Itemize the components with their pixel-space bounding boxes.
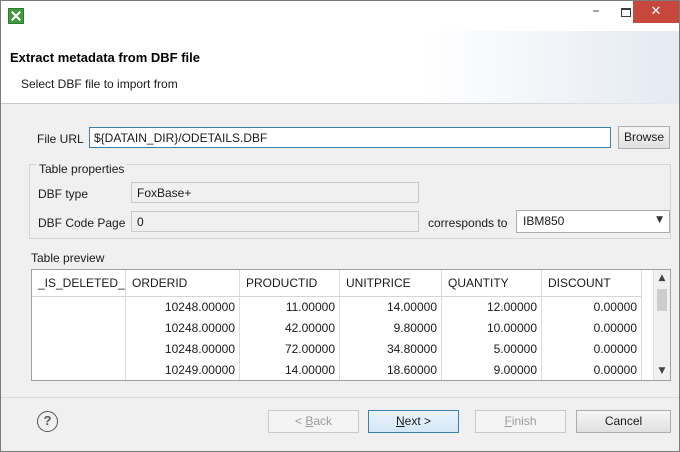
back-prefix: <	[294, 414, 306, 428]
table-body: 10248.00000 11.00000 14.00000 12.00000 0…	[32, 297, 642, 380]
table-row[interactable]: 10248.00000 42.00000 9.80000 10.00000 0.…	[32, 318, 642, 339]
page-title: Extract metadata from DBF file	[10, 50, 200, 65]
footer-divider	[1, 397, 679, 398]
column-header[interactable]: QUANTITY	[442, 270, 542, 297]
table-cell: 10248.00000	[126, 318, 240, 339]
chevron-down-icon: ▼	[656, 215, 663, 225]
table-cell: 12.00000	[442, 297, 542, 318]
table-cell	[32, 318, 126, 339]
close-button[interactable]: ✕	[633, 1, 679, 23]
dbf-code-page-label: DBF Code Page	[38, 216, 126, 230]
table-cell: 72.00000	[240, 339, 340, 360]
next-button[interactable]: Next >	[368, 410, 459, 433]
table-cell: 18.60000	[340, 360, 442, 380]
maximize-icon	[621, 8, 631, 17]
page-subtitle: Select DBF file to import from	[21, 77, 178, 91]
table-preview: _IS_DELETED_ ORDERID PRODUCTID UNITPRICE…	[31, 269, 671, 381]
scroll-up-arrow-icon[interactable]: ▲	[654, 270, 670, 287]
table-cell: 0.00000	[542, 297, 642, 318]
dbf-code-page-field: 0	[131, 211, 419, 232]
table-cell: 10.00000	[442, 318, 542, 339]
banner-decoration	[419, 31, 679, 104]
browse-button[interactable]: Browse	[618, 126, 670, 149]
table-cell: 0.00000	[542, 360, 642, 380]
table-cell: 9.80000	[340, 318, 442, 339]
table-cell: 11.00000	[240, 297, 340, 318]
next-mnemonic: N	[395, 414, 405, 428]
charset-select[interactable]: IBM850 ▼	[516, 210, 670, 233]
table-cell: 14.00000	[240, 360, 340, 380]
table-header: _IS_DELETED_ ORDERID PRODUCTID UNITPRICE…	[32, 270, 642, 297]
table-row[interactable]: 10248.00000 72.00000 34.80000 5.00000 0.…	[32, 339, 642, 360]
table-row[interactable]: 10249.00000 14.00000 18.60000 9.00000 0.…	[32, 360, 642, 380]
next-rest: ext >	[404, 414, 432, 428]
dbf-type-label: DBF type	[38, 187, 89, 201]
table-cell: 0.00000	[542, 318, 642, 339]
scroll-thumb[interactable]	[657, 289, 667, 311]
charset-select-value: IBM850	[523, 214, 565, 228]
finish-button[interactable]: Finish	[475, 410, 566, 433]
cancel-button[interactable]: Cancel	[576, 410, 671, 433]
table-row[interactable]: 10248.00000 11.00000 14.00000 12.00000 0…	[32, 297, 642, 318]
column-header[interactable]: PRODUCTID	[240, 270, 340, 297]
table-cell: 34.80000	[340, 339, 442, 360]
clover-app-icon	[8, 8, 24, 24]
table-cell: 10248.00000	[126, 339, 240, 360]
table-cell: 0.00000	[542, 339, 642, 360]
table-cell: 14.00000	[340, 297, 442, 318]
table-cell: 42.00000	[240, 318, 340, 339]
table-properties-title: Table properties	[36, 162, 128, 176]
minimize-button[interactable]: –	[581, 1, 611, 23]
help-icon[interactable]: ?	[37, 411, 58, 432]
header-banner: Extract metadata from DBF file Select DB…	[1, 31, 679, 104]
scroll-down-arrow-icon[interactable]: ▼	[654, 363, 670, 380]
table-cell: 5.00000	[442, 339, 542, 360]
corresponds-to-label: corresponds to	[428, 216, 508, 230]
column-header[interactable]: _IS_DELETED_	[32, 270, 126, 297]
file-url-label: File URL	[37, 132, 84, 146]
table-cell	[32, 339, 126, 360]
table-preview-label: Table preview	[31, 251, 105, 265]
finish-rest: inish	[511, 414, 537, 428]
back-rest: ack	[313, 414, 333, 428]
column-header[interactable]: ORDERID	[126, 270, 240, 297]
dbf-type-field: FoxBase+	[131, 182, 419, 203]
table-cell: 10249.00000	[126, 360, 240, 380]
dialog-window: – ✕ Extract metadata from DBF file Selec…	[0, 0, 680, 452]
back-button[interactable]: < Back	[268, 410, 359, 433]
table-cell: 10248.00000	[126, 297, 240, 318]
table-cell: 9.00000	[442, 360, 542, 380]
vertical-scrollbar[interactable]: ▲ ▼	[653, 270, 670, 380]
finish-mnemonic: F	[504, 414, 512, 428]
column-header[interactable]: DISCOUNT	[542, 270, 642, 297]
table-cell	[32, 360, 126, 380]
column-header[interactable]: UNITPRICE	[340, 270, 442, 297]
table-cell	[32, 297, 126, 318]
title-bar: – ✕	[1, 1, 679, 31]
file-url-input[interactable]: ${DATAIN_DIR}/ODETAILS.DBF	[89, 127, 611, 148]
